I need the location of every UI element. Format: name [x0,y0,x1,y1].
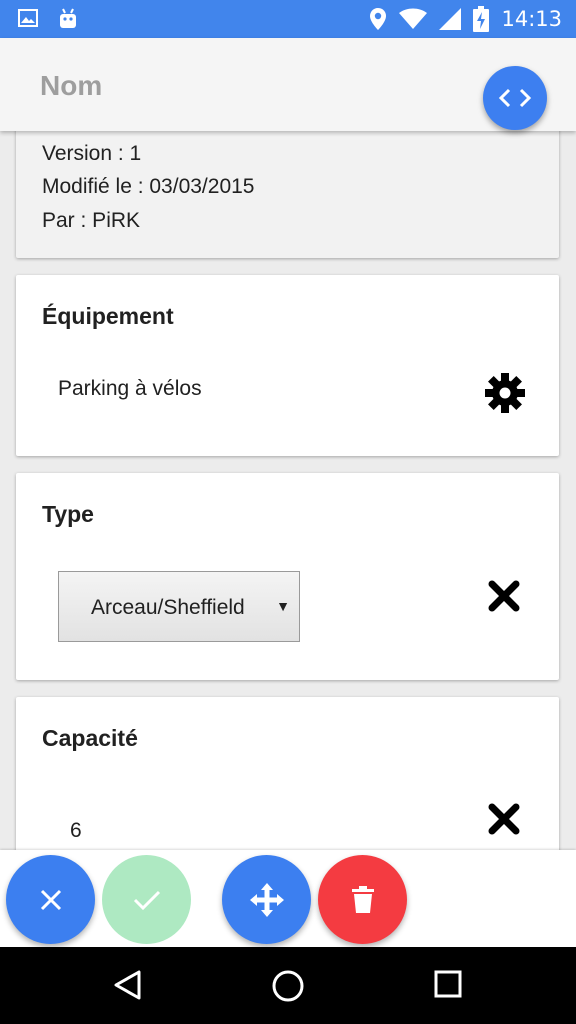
clock: 14:13 [501,7,562,31]
modified-date-text: Modifié le : 03/03/2015 [42,175,255,198]
dropdown-arrow-icon: ▼ [276,598,290,614]
move-icon [249,882,284,917]
check-icon [133,890,160,910]
delete-button[interactable] [318,855,407,944]
type-select-value: Arceau/Sheffield [91,596,245,619]
close-icon[interactable] [488,803,520,840]
signal-icon [439,8,462,30]
capacity-title: Capacité [42,725,138,751]
status-bar: 14:13 [0,0,576,38]
equipment-card: Équipement Parking à vélos [16,275,559,456]
navigation-bar [0,947,576,1024]
trash-icon [351,885,374,913]
version-info-card: Version : 1 Modifié le : 03/03/2015 Par … [16,120,559,258]
image-icon [18,8,38,30]
close-icon [40,889,61,910]
gear-icon[interactable] [484,372,526,419]
equipment-title: Équipement [42,303,174,329]
battery-charging-icon [473,6,490,32]
code-view-button[interactable] [483,66,547,130]
recents-icon[interactable] [433,969,463,1004]
move-button[interactable] [222,855,311,944]
android-icon [58,8,78,30]
author-text: Par : PiRK [42,209,141,232]
back-icon[interactable] [112,969,144,1006]
equipment-value[interactable]: Parking à vélos [58,377,202,401]
type-title: Type [42,501,94,527]
type-select[interactable]: Arceau/Sheffield ▼ [58,571,300,642]
close-icon[interactable] [488,580,520,617]
cancel-button[interactable] [6,855,95,944]
home-icon[interactable] [271,969,305,1008]
confirm-button[interactable] [102,855,191,944]
version-text: Version : 1 [42,142,142,165]
code-icon [498,88,532,108]
location-icon [369,7,387,31]
wifi-icon [399,8,428,30]
capacity-input[interactable]: 6 [70,819,82,843]
type-card: Type Arceau/Sheffield ▼ [16,473,559,680]
page-title: Nom [40,70,103,101]
